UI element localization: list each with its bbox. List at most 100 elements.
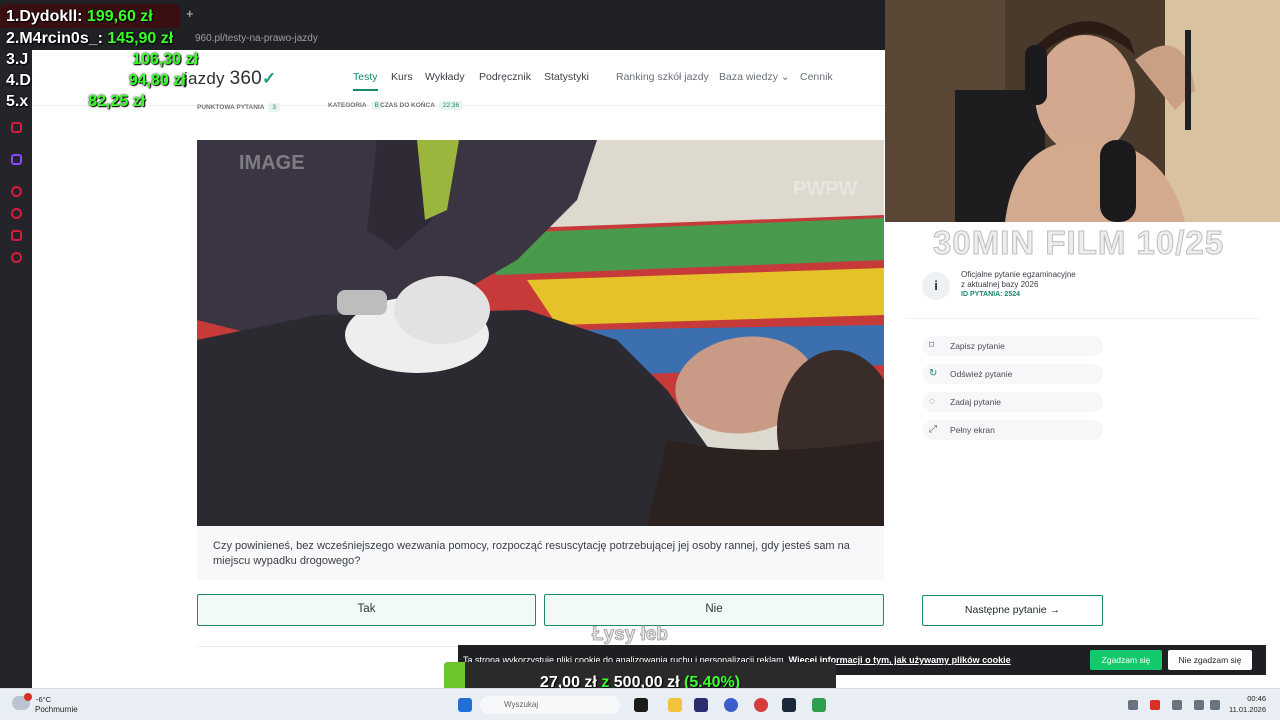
question-text: Czy powinieneś, bez wcześniejszego wezwa… xyxy=(197,526,884,580)
answer-no-button[interactable]: Nie xyxy=(544,594,884,626)
twitch-icon[interactable] xyxy=(11,154,22,165)
leaderboard-row: 4.D 94,80 zł xyxy=(6,72,186,90)
divider xyxy=(905,318,1260,319)
category-meta: KATEGORIA B xyxy=(328,101,383,110)
next-question-button[interactable]: Następne pytanie → xyxy=(922,595,1103,626)
sidebar-app-icon[interactable] xyxy=(11,186,22,197)
question-image: IMAGE PWPW xyxy=(197,140,884,526)
leaderboard-amount: 145,90 zł xyxy=(107,30,174,47)
browser-sidebar xyxy=(0,50,32,688)
leaderboard-row: 5.x 82,25 zł xyxy=(6,93,145,111)
question-id: ID PYTANIA: 2524 xyxy=(961,291,1020,298)
site-logo[interactable]: jazdy 360✓ xyxy=(184,68,276,90)
time-value: 22:36 xyxy=(438,101,464,110)
weather-description: Pochmurnie xyxy=(35,705,78,714)
logo-text: jazdy xyxy=(184,69,225,88)
action-label: Odśwież pytanie xyxy=(950,369,1013,379)
leaderboard-amount: 82,25 zł xyxy=(88,93,146,110)
leaderboard-amount: 106,30 zł xyxy=(132,51,199,68)
app-icon[interactable] xyxy=(694,698,708,712)
fullscreen-button[interactable]: ⤢ Pełny ekran xyxy=(923,420,1103,440)
settings-icon[interactable] xyxy=(11,252,22,263)
leaderboard-name: 2.M4rcin0s_: xyxy=(6,30,103,47)
nav-item-ranking[interactable]: Ranking szkół jazdy xyxy=(616,71,709,83)
leaderboard-row: 1.Dydokll: 199,60 zł xyxy=(6,8,153,26)
nav-item-cennik[interactable]: Cennik xyxy=(800,71,833,83)
nav-item-statystyki[interactable]: Statystyki xyxy=(544,71,589,83)
new-tab-button[interactable]: + xyxy=(186,6,194,21)
image-watermark: IMAGE xyxy=(239,152,305,174)
history-icon[interactable] xyxy=(11,208,22,219)
start-icon[interactable] xyxy=(458,698,472,712)
cpr-photo xyxy=(197,140,884,526)
clock-date[interactable]: 11.01.2026 xyxy=(1222,705,1266,714)
cookie-reject-button[interactable]: Nie zgadzam się xyxy=(1168,650,1252,670)
time-label: CZAS DO KOŃCA xyxy=(380,102,435,109)
tray-icon[interactable] xyxy=(1128,700,1138,710)
webcam-image xyxy=(885,0,1280,222)
sidebar-app-icon[interactable] xyxy=(11,230,22,241)
time-meta: CZAS DO KOŃCA 22:36 xyxy=(380,101,464,110)
nav-item-kurs[interactable]: Kurs xyxy=(391,71,413,83)
leaderboard-row: 3.J 106,30 zł xyxy=(6,51,198,69)
action-label: Zapisz pytanie xyxy=(950,341,1005,351)
question-side-panel: 30MIN FILM 10/25 i Oficjalne pytanie egz… xyxy=(885,222,1280,688)
fullscreen-icon: ⤢ xyxy=(929,424,937,435)
app-icon[interactable] xyxy=(634,698,648,712)
volume-icon[interactable] xyxy=(1210,700,1220,710)
points-meta: PUNKTOWA PYTANIA 3 xyxy=(197,103,281,112)
leaderboard-name: 5.x xyxy=(6,93,29,110)
info-text: Oficjalne pytanie egzaminacyjne z aktual… xyxy=(961,270,1121,300)
nav-item-testy[interactable]: Testy xyxy=(353,71,378,91)
web-page: jazdy 360✓ Testy Kurs Wykłady Podręcznik… xyxy=(32,50,885,688)
chat-icon: ◌ xyxy=(929,396,935,407)
leaderboard-amount: 94,80 zł xyxy=(128,72,186,89)
leaderboard-amount: 199,60 zł xyxy=(86,8,153,25)
leaderboard-name: 4.D xyxy=(6,72,31,89)
save-question-button[interactable]: ⌑ Zapisz pytanie xyxy=(923,336,1103,356)
cookie-accept-button[interactable]: Zgadzam się xyxy=(1090,650,1162,670)
network-icon[interactable] xyxy=(1194,700,1204,710)
chevron-down-icon: ⌄ xyxy=(780,71,790,83)
category-label: KATEGORIA xyxy=(328,102,367,109)
app-icon[interactable] xyxy=(754,698,768,712)
info-line-2: z aktualnej bazy 2026 xyxy=(961,280,1039,289)
leaderboard-row: 2.M4rcin0s_: 145,90 zł xyxy=(6,30,173,48)
screen: + 960.pl/testy-na-prawo-jazdy jazdy 360✓… xyxy=(0,0,1280,720)
leaderboard-name: 1.Dydokll: xyxy=(6,8,83,25)
bookmark-icon: ⌑ xyxy=(929,340,935,351)
leaderboard-name: 3.J xyxy=(6,51,29,68)
check-icon: ✓ xyxy=(261,69,277,88)
sidebar-app-icon[interactable] xyxy=(11,122,22,133)
points-value: 3 xyxy=(268,103,281,112)
clock-time[interactable]: 00:46 xyxy=(1234,694,1266,703)
app-icon[interactable] xyxy=(812,698,826,712)
webcam-feed xyxy=(885,0,1280,222)
taskbar-search[interactable]: Wyszukaj xyxy=(480,696,620,714)
nav-item-baza-wiedzy[interactable]: Baza wiedzy ⌄ xyxy=(719,71,790,83)
answer-yes-button[interactable]: Tak xyxy=(197,594,536,626)
stream-banner: 30MIN FILM 10/25 xyxy=(932,224,1225,262)
points-label: PUNKTOWA PYTANIA xyxy=(197,104,265,111)
question-info-card: i Oficjalne pytanie egzaminacyjne z aktu… xyxy=(905,260,1120,315)
info-line-1: Oficjalne pytanie egzaminacyjne xyxy=(961,270,1076,279)
donor-name: Łysy łeb xyxy=(592,624,669,646)
tray-icon[interactable] xyxy=(1172,700,1182,710)
ask-question-button[interactable]: ◌ Zadaj pytanie xyxy=(923,392,1103,412)
nav-item-label: Baza wiedzy xyxy=(719,71,778,83)
app-icon[interactable] xyxy=(724,698,738,712)
file-explorer-icon[interactable] xyxy=(668,698,682,712)
refresh-question-button[interactable]: ↻ Odśwież pytanie xyxy=(923,364,1103,384)
action-label: Zadaj pytanie xyxy=(950,397,1002,407)
nav-item-podrecznik[interactable]: Podręcznik xyxy=(479,71,531,83)
notification-badge xyxy=(24,693,32,701)
logo-number: 360 xyxy=(229,68,262,89)
info-icon: i xyxy=(922,272,950,300)
weather-temperature: -6°C xyxy=(36,695,52,704)
action-label: Pełny ekran xyxy=(950,425,995,435)
tray-icon[interactable] xyxy=(1150,700,1160,710)
windows-taskbar: -6°C Pochmurnie Wyszukaj 00:46 11.01.202… xyxy=(0,688,1280,720)
steam-icon[interactable] xyxy=(782,698,796,712)
nav-item-wyklady[interactable]: Wykłady xyxy=(425,71,465,83)
pwpw-watermark: PWPW xyxy=(793,178,858,200)
